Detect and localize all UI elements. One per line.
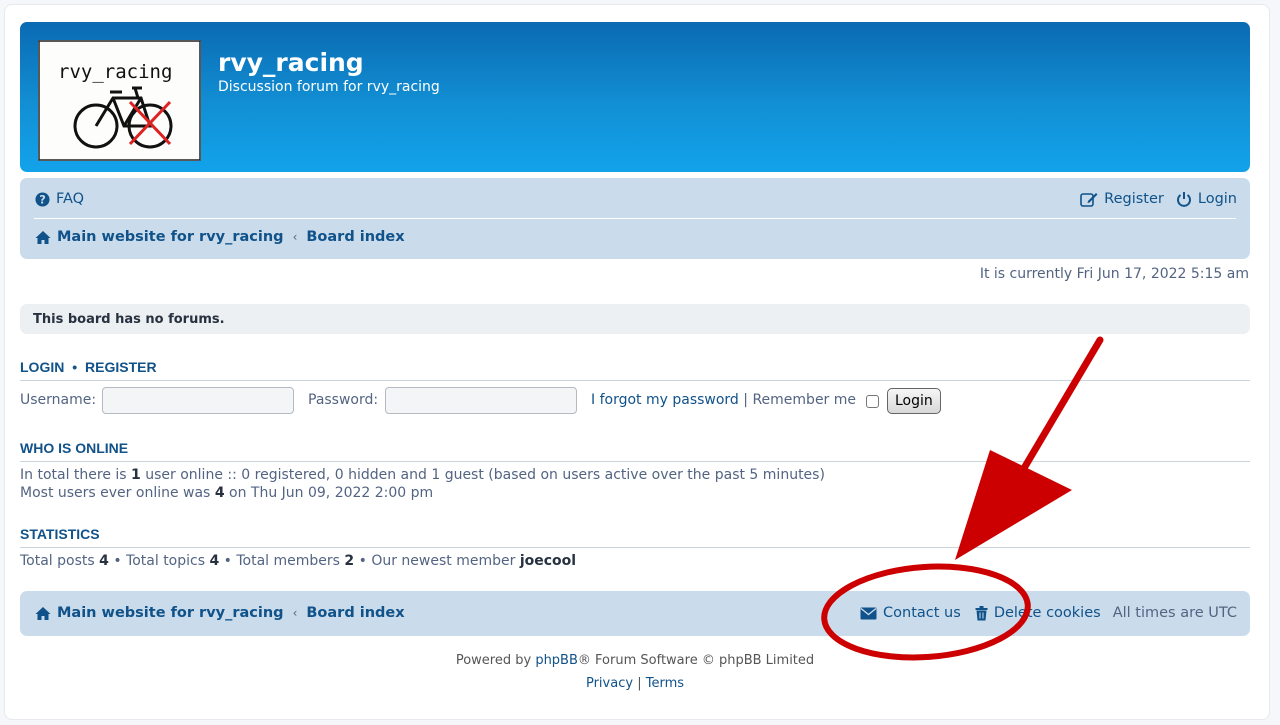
faq-link[interactable]: ? FAQ: [35, 191, 84, 207]
statistics-rule: [20, 547, 1250, 548]
online-text-pre: In total there is: [20, 467, 132, 483]
bicycle-logo-icon: rvy_racing: [38, 40, 201, 161]
remember-me-label: Remember me: [752, 392, 857, 408]
online-text-post: user online :: 0 registered, 0 hidden an…: [140, 467, 825, 483]
phpbb-link[interactable]: phpBB: [535, 653, 578, 668]
privacy-link[interactable]: Privacy: [586, 676, 633, 691]
powered-pre: Powered by: [455, 653, 536, 668]
navbar-divider: [34, 218, 1236, 219]
who-is-online-heading[interactable]: WHO IS ONLINE: [20, 440, 128, 456]
register-heading-link[interactable]: REGISTER: [85, 359, 157, 375]
statistics-line: Total posts 4 • Total topics 4 • Total m…: [20, 553, 576, 569]
forgot-password-link[interactable]: I forgot my password: [591, 392, 739, 408]
header-bar: rvy_racing rvy_racing Discussion forum f…: [20, 22, 1250, 172]
footer-navbar: Main website for rvy_racing ‹ Board inde…: [20, 591, 1250, 636]
chevron-left-icon: ‹: [292, 606, 298, 620]
power-icon: [1176, 192, 1191, 207]
newest-member-link[interactable]: joecool: [520, 553, 576, 569]
breadcrumb-main-website[interactable]: Main website for rvy_racing: [57, 229, 284, 245]
no-forums-notice: This board has no forums.: [20, 304, 1250, 334]
site-description: Discussion forum for rvy_racing: [218, 79, 440, 95]
question-circle-icon: ?: [35, 191, 50, 206]
login-options: I forgot my password | Remember me: [591, 392, 856, 408]
site-logo[interactable]: rvy_racing: [38, 40, 201, 161]
posts-count: 4: [99, 553, 109, 569]
password-label: Password:: [308, 392, 379, 408]
max-online-line: Most users ever online was 4 on Thu Jun …: [20, 485, 433, 501]
login-register-heading: LOGIN • REGISTER: [20, 359, 157, 375]
members-count: 2: [344, 553, 355, 569]
powered-post: ® Forum Software © phpBB Limited: [577, 653, 815, 668]
legal-separator: |: [637, 676, 642, 691]
login-section-rule: [20, 380, 1250, 381]
members-label: • Total members: [219, 553, 345, 569]
password-input[interactable]: [385, 387, 577, 414]
terms-link[interactable]: Terms: [646, 676, 684, 691]
login-link[interactable]: Login: [1198, 191, 1237, 207]
footer-board-index[interactable]: Board index: [306, 605, 404, 621]
footer-legal-links: Privacy | Terms: [0, 676, 1270, 691]
timezone-note: All times are UTC: [1112, 605, 1237, 621]
max-online-count: 4: [214, 485, 225, 501]
newest-label: • Our newest member: [354, 553, 520, 569]
breadcrumb-board-index[interactable]: Board index: [306, 229, 404, 245]
edit-icon: [1080, 193, 1098, 207]
faq-label: FAQ: [56, 191, 85, 207]
footer-links: Contact us Delete cookies All times are …: [860, 605, 1237, 621]
trash-icon: [975, 605, 988, 620]
online-users-line: In total there is 1 user online :: 0 reg…: [20, 467, 825, 483]
contact-us-link[interactable]: Contact us: [883, 605, 961, 621]
home-icon: [35, 606, 51, 620]
login-heading-link[interactable]: LOGIN: [20, 359, 64, 375]
options-separator: |: [743, 392, 748, 408]
username-label: Username:: [20, 392, 97, 408]
current-datetime: It is currently Fri Jun 17, 2022 5:15 am: [979, 266, 1249, 282]
register-link[interactable]: Register: [1104, 191, 1164, 207]
max-online-pre: Most users ever online was: [20, 485, 215, 501]
user-links: Register Login: [1080, 191, 1237, 207]
chevron-left-icon: ‹: [292, 230, 298, 244]
posts-label: Total posts: [20, 553, 100, 569]
who-online-rule: [20, 461, 1250, 462]
max-online-post: on Thu Jun 09, 2022 2:00 pm: [224, 485, 434, 501]
login-button[interactable]: Login: [887, 388, 941, 414]
breadcrumb: Main website for rvy_racing ‹ Board inde…: [35, 229, 405, 245]
username-input[interactable]: [102, 387, 294, 414]
remember-me-checkbox[interactable]: [866, 395, 879, 408]
powered-by: Powered by phpBB® Forum Software © phpBB…: [0, 653, 1270, 668]
svg-text:?: ?: [39, 193, 46, 206]
svg-text:rvy_racing: rvy_racing: [58, 61, 172, 83]
footer-breadcrumb: Main website for rvy_racing ‹ Board inde…: [35, 605, 405, 621]
online-count: 1: [131, 467, 141, 483]
statistics-heading: STATISTICS: [20, 526, 100, 542]
home-icon: [35, 230, 51, 244]
topics-label: • Total topics: [108, 553, 210, 569]
topics-count: 4: [209, 553, 220, 569]
footer-main-website[interactable]: Main website for rvy_racing: [57, 605, 284, 621]
envelope-icon: [860, 607, 877, 619]
navbar: ? FAQ Register Login Main website for rv…: [20, 178, 1250, 259]
site-title[interactable]: rvy_racing: [218, 48, 364, 77]
heading-separator: •: [72, 359, 78, 375]
delete-cookies-link[interactable]: Delete cookies: [994, 605, 1101, 621]
